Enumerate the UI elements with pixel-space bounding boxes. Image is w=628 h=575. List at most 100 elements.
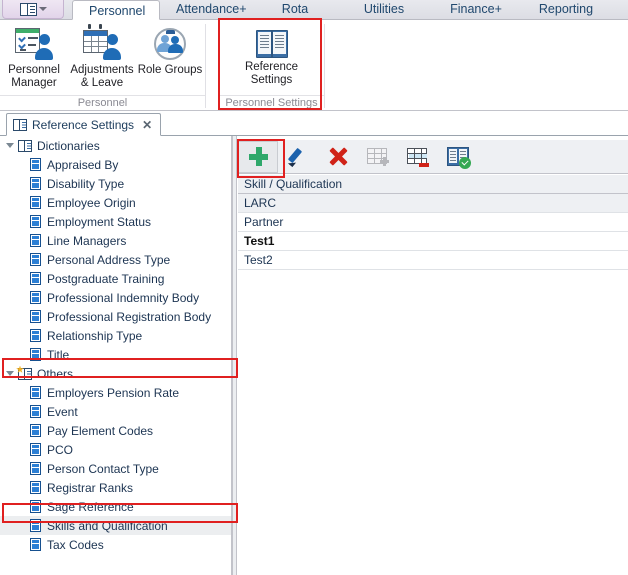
dictionary-item-icon (30, 310, 41, 323)
tree-node-label: Title (47, 347, 70, 362)
delete-button[interactable] (318, 141, 358, 173)
tree-node-postgraduate-training[interactable]: Postgraduate Training (0, 269, 231, 288)
dictionary-item-icon (30, 481, 41, 494)
grid-toolbar (238, 140, 628, 174)
grid-rows: LARC Partner Test1 Test2 (238, 194, 628, 270)
tree-node-registrar-ranks[interactable]: Registrar Ranks (0, 478, 231, 497)
application-window: Personnel Attendance+ Rota Utilities Fin… (0, 0, 628, 575)
dictionary-item-icon (30, 291, 41, 304)
grid-cell-skill: LARC (244, 196, 277, 210)
reference-settings-button[interactable]: Reference Settings (226, 24, 318, 87)
ribbon-tab-strip: Personnel Attendance+ Rota Utilities Fin… (0, 0, 628, 20)
red-x-icon (329, 147, 348, 166)
tree-node-employee-origin[interactable]: Employee Origin (0, 193, 231, 212)
tree-node-others[interactable]: Others (0, 364, 231, 383)
ribbon-group-personnel-settings-items: Reference Settings (219, 20, 324, 95)
book-star-icon (16, 365, 32, 380)
table-row[interactable]: Test2 (238, 251, 628, 270)
quick-access-button[interactable] (2, 0, 64, 19)
tree-node-appraised-by[interactable]: Appraised By (0, 155, 231, 174)
tab-finance-plus-label: Finance+ (450, 2, 502, 16)
dictionary-item-icon (30, 519, 41, 532)
table-row[interactable]: Test1 (238, 232, 628, 251)
tree-node-label: Tax Codes (47, 537, 104, 552)
tree-node-label: Line Managers (47, 233, 127, 248)
reference-settings-label: Reference Settings (244, 61, 299, 86)
book-list-icon (19, 2, 37, 16)
tree-node-label: Employers Pension Rate (47, 385, 180, 400)
tab-utilities[interactable]: Utilities (338, 0, 430, 19)
tree-node-line-managers[interactable]: Line Managers (0, 231, 231, 250)
dictionary-item-icon (30, 253, 41, 266)
panel-splitter[interactable] (232, 136, 237, 575)
dictionary-item-icon (30, 538, 41, 551)
personnel-manager-label: Personnel Manager (8, 64, 60, 89)
tree-node-event[interactable]: Event (0, 402, 231, 421)
grid-cell-skill: Test2 (244, 253, 273, 267)
book-check-icon (447, 146, 471, 169)
tab-utilities-label: Utilities (363, 2, 405, 16)
tab-attendance-plus[interactable]: Attendance+ (160, 0, 252, 19)
tree-node-dictionaries[interactable]: Dictionaries (0, 136, 231, 155)
table-row[interactable]: Partner (238, 213, 628, 232)
edit-button[interactable] (278, 141, 318, 173)
tab-attendance-plus-label: Attendance+ (176, 2, 247, 16)
tree-node-professional-indemnity-body[interactable]: Professional Indemnity Body (0, 288, 231, 307)
tree-node-personal-address-type[interactable]: Personal Address Type (0, 250, 231, 269)
grid-cell-skill: Test1 (244, 234, 275, 248)
tab-finance-plus[interactable]: Finance+ (430, 0, 522, 19)
tree-node-professional-registration-body[interactable]: Professional Registration Body (0, 307, 231, 326)
tree-node-label: Personal Address Type (47, 252, 171, 267)
tree-node-employers-pension-rate[interactable]: Employers Pension Rate (0, 383, 231, 402)
tree-node-label: Employee Origin (47, 195, 136, 210)
tree-node-skills-and-qualification[interactable]: Skills and Qualification (0, 516, 231, 535)
tree-node-label: Person Contact Type (47, 461, 159, 476)
close-icon[interactable]: ✕ (142, 118, 152, 132)
document-tab-label: Reference Settings (32, 117, 135, 132)
star-icon (16, 365, 24, 373)
tree-node-disability-type[interactable]: Disability Type (0, 174, 231, 193)
role-groups-button[interactable]: Role Groups (136, 24, 204, 77)
tree-node-label: Sage Reference (47, 499, 134, 514)
tree-expander-icon[interactable] (6, 143, 14, 148)
tab-rota[interactable]: Rota (252, 0, 338, 19)
tree-node-title[interactable]: Title (0, 345, 231, 364)
document-tab-bar: Reference Settings ✕ (0, 111, 628, 136)
tree-node-tax-codes[interactable]: Tax Codes (0, 535, 231, 554)
personnel-manager-button[interactable]: Personnel Manager (0, 24, 68, 90)
reference-settings-icon (255, 30, 288, 58)
dictionary-item-icon (30, 443, 41, 456)
dictionary-item-icon (30, 500, 41, 513)
add-row-button[interactable] (358, 141, 398, 173)
ribbon-panel: Personnel Manager Adjustments & Leave Ro… (0, 20, 628, 111)
reference-settings-tree[interactable]: Dictionaries Appraised By Disability Type E… (0, 136, 232, 575)
delete-row-button[interactable] (398, 141, 438, 173)
ribbon-tabs: Personnel Attendance+ Rota Utilities Fin… (72, 0, 610, 20)
tab-reporting[interactable]: Reporting (522, 0, 610, 19)
grid-column-header-label: Skill / Qualification (244, 177, 343, 191)
document-tab-reference-settings[interactable]: Reference Settings ✕ (6, 113, 162, 136)
grid-column-header[interactable]: Skill / Qualification (238, 175, 628, 194)
tree-node-sage-reference[interactable]: Sage Reference (0, 497, 231, 516)
tree-node-pay-element-codes[interactable]: Pay Element Codes (0, 421, 231, 440)
tree-node-label: Event (47, 404, 78, 419)
tab-reporting-label: Reporting (538, 2, 594, 16)
tree-node-pco[interactable]: PCO (0, 440, 231, 459)
tree-node-relationship-type[interactable]: Relationship Type (0, 326, 231, 345)
adjustments-leave-button[interactable]: Adjustments & Leave (68, 24, 136, 90)
dictionary-item-icon (30, 386, 41, 399)
dictionary-item-icon (30, 177, 41, 190)
book-icon (18, 139, 32, 152)
tree-node-person-contact-type[interactable]: Person Contact Type (0, 459, 231, 478)
tree-node-employment-status[interactable]: Employment Status (0, 212, 231, 231)
apply-reference-button[interactable] (438, 141, 478, 173)
personnel-manager-icon (15, 27, 53, 61)
tree-expander-icon[interactable] (6, 371, 14, 376)
dictionary-item-icon (30, 158, 41, 171)
tree-node-label: Appraised By (47, 157, 119, 172)
table-row[interactable]: LARC (238, 194, 628, 213)
tree-node-label: Postgraduate Training (47, 271, 165, 286)
add-button[interactable] (238, 140, 278, 173)
dictionary-item-icon (30, 462, 41, 475)
tab-personnel[interactable]: Personnel (72, 0, 160, 20)
